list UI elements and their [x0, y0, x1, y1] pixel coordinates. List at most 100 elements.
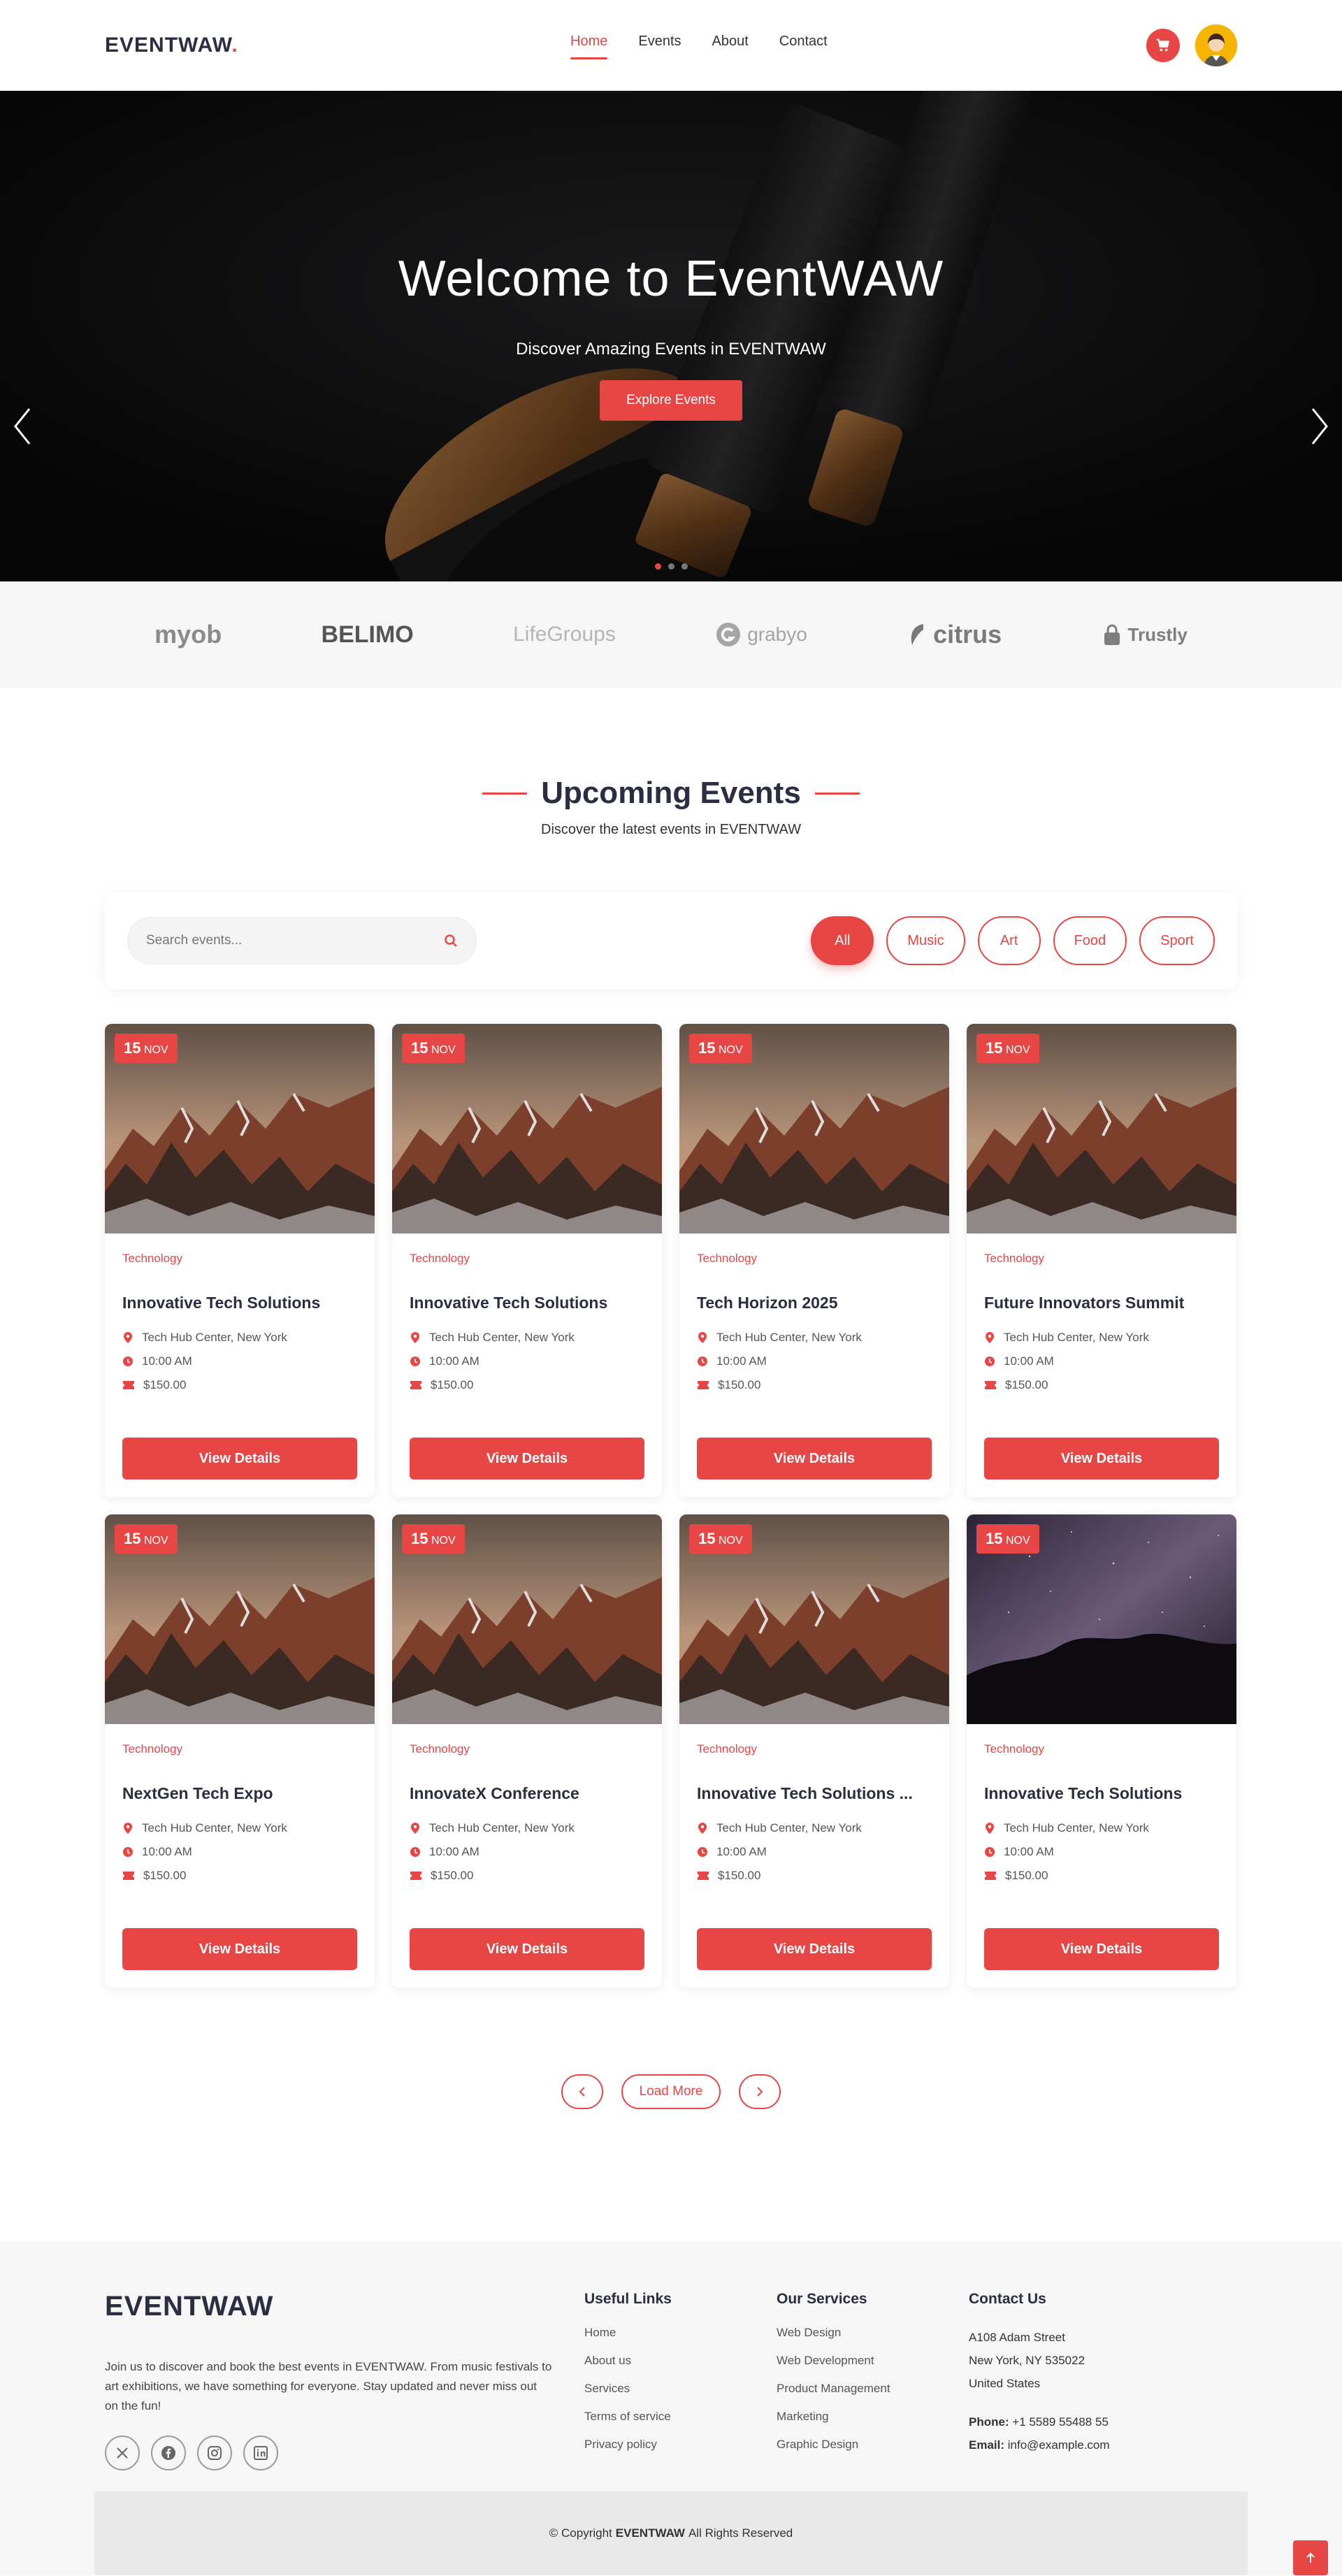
view-details-button[interactable]: View Details — [410, 1928, 644, 1970]
next-page-button[interactable] — [739, 2074, 781, 2109]
footer-link-terms[interactable]: Terms of service — [584, 2410, 777, 2424]
ticket-icon — [410, 1381, 421, 1389]
event-location: Tech Hub Center, New York — [122, 1821, 357, 1835]
social-links — [105, 2436, 584, 2470]
site-logo[interactable]: EVENTWAW. — [105, 34, 238, 57]
client-logo-myob: myob — [154, 620, 222, 649]
service-link-graphic-design[interactable]: Graphic Design — [777, 2438, 969, 2452]
location-pin-icon — [986, 1332, 994, 1343]
event-title[interactable]: NextGen Tech Expo — [122, 1784, 357, 1803]
event-image[interactable]: 15 NOV — [967, 1514, 1236, 1724]
nav-home[interactable]: Home — [570, 34, 608, 59]
view-details-button[interactable]: View Details — [122, 1928, 357, 1970]
event-category[interactable]: Technology — [697, 1252, 932, 1266]
event-card[interactable]: 15 NOV Technology Tech Horizon 2025 Tech… — [679, 1024, 949, 1497]
scroll-to-top-button[interactable] — [1293, 2540, 1328, 2575]
event-time: 10:00 AM — [122, 1354, 357, 1368]
ticket-icon — [123, 1381, 134, 1389]
footer-link-services[interactable]: Services — [584, 2382, 777, 2396]
event-category[interactable]: Technology — [410, 1252, 644, 1266]
view-details-button[interactable]: View Details — [122, 1438, 357, 1479]
event-image[interactable]: 15 NOV — [679, 1024, 949, 1233]
event-price: $150.00 — [410, 1378, 644, 1392]
event-card[interactable]: 15 NOV Technology Innovative Tech Soluti… — [967, 1514, 1236, 1988]
service-link-web-development[interactable]: Web Development — [777, 2354, 969, 2368]
slider-dot-1[interactable] — [654, 563, 661, 570]
service-link-product-management[interactable]: Product Management — [777, 2382, 969, 2396]
event-time: 10:00 AM — [984, 1845, 1219, 1859]
event-title[interactable]: InnovateX Conference — [410, 1784, 644, 1803]
service-link-web-design[interactable]: Web Design — [777, 2326, 969, 2340]
useful-links-title: Useful Links — [584, 2291, 672, 2307]
event-title[interactable]: Innovative Tech Solutions ... — [697, 1784, 932, 1803]
slider-next-icon[interactable] — [1306, 405, 1334, 447]
event-card[interactable]: 15 NOV Technology Future Innovators Summ… — [967, 1024, 1236, 1497]
load-more-button[interactable]: Load More — [621, 2074, 721, 2109]
nav-events[interactable]: Events — [638, 34, 681, 59]
search-icon[interactable] — [444, 934, 458, 948]
view-details-button[interactable]: View Details — [984, 1438, 1219, 1479]
ticket-icon — [698, 1872, 709, 1880]
event-category[interactable]: Technology — [984, 1252, 1219, 1266]
chevron-right-icon — [757, 2087, 763, 2097]
slider-prev-icon[interactable] — [8, 405, 36, 447]
event-image[interactable]: 15 NOV — [392, 1024, 662, 1233]
event-title[interactable]: Innovative Tech Solutions — [410, 1294, 644, 1312]
event-card[interactable]: 15 NOV Technology NextGen Tech Expo Tech… — [105, 1514, 375, 1988]
event-title[interactable]: Future Innovators Summit — [984, 1294, 1219, 1312]
footer-link-home[interactable]: Home — [584, 2326, 777, 2340]
filter-food[interactable]: Food — [1053, 916, 1127, 965]
event-date-badge: 15 NOV — [402, 1524, 465, 1554]
event-title[interactable]: Tech Horizon 2025 — [697, 1294, 932, 1312]
view-details-button[interactable]: View Details — [984, 1928, 1219, 1970]
service-link-marketing[interactable]: Marketing — [777, 2410, 969, 2424]
clock-icon — [410, 1356, 420, 1366]
x-icon[interactable] — [105, 2436, 140, 2470]
filter-all[interactable]: All — [811, 916, 874, 965]
event-image[interactable]: 15 NOV — [392, 1514, 662, 1724]
event-image[interactable]: 15 NOV — [105, 1514, 375, 1724]
event-category[interactable]: Technology — [122, 1252, 357, 1266]
view-details-button[interactable]: View Details — [697, 1928, 932, 1970]
event-price: $150.00 — [984, 1378, 1219, 1392]
linkedin-icon[interactable] — [243, 2436, 278, 2470]
instagram-icon[interactable] — [197, 2436, 232, 2470]
event-image[interactable]: 15 NOV — [679, 1514, 949, 1724]
footer-logo[interactable]: EVENTWAW — [105, 2291, 584, 2322]
event-filter-bar: All Music Art Food Sport — [105, 892, 1237, 989]
view-details-button[interactable]: View Details — [410, 1438, 644, 1479]
search-box — [127, 917, 477, 964]
slider-dot-2[interactable] — [668, 563, 674, 570]
nav-about[interactable]: About — [712, 34, 749, 59]
user-avatar[interactable] — [1195, 24, 1237, 66]
view-details-button[interactable]: View Details — [697, 1438, 932, 1479]
filter-music[interactable]: Music — [886, 916, 965, 965]
event-card[interactable]: 15 NOV Technology Innovative Tech Soluti… — [105, 1024, 375, 1497]
nav-contact[interactable]: Contact — [779, 34, 828, 59]
hero-slider: Welcome to EventWAW Discover Amazing Eve… — [0, 91, 1342, 581]
event-category[interactable]: Technology — [697, 1742, 932, 1756]
prev-page-button[interactable] — [561, 2074, 603, 2109]
slider-dot-3[interactable] — [681, 563, 688, 570]
footer-link-about[interactable]: About us — [584, 2354, 777, 2368]
footer-link-privacy[interactable]: Privacy policy — [584, 2438, 777, 2452]
event-card[interactable]: 15 NOV Technology Innovative Tech Soluti… — [679, 1514, 949, 1988]
title-right-line — [814, 792, 860, 795]
facebook-icon[interactable] — [151, 2436, 186, 2470]
event-title[interactable]: Innovative Tech Solutions — [122, 1294, 357, 1312]
event-image[interactable]: 15 NOV — [105, 1024, 375, 1233]
explore-events-button[interactable]: Explore Events — [600, 380, 742, 421]
event-category[interactable]: Technology — [410, 1742, 644, 1756]
filter-art[interactable]: Art — [977, 916, 1041, 965]
event-title[interactable]: Innovative Tech Solutions — [984, 1784, 1219, 1803]
event-card[interactable]: 15 NOV Technology InnovateX Conference T… — [392, 1514, 662, 1988]
clock-icon — [985, 1847, 995, 1857]
cart-button[interactable] — [1146, 29, 1180, 62]
event-category[interactable]: Technology — [984, 1742, 1219, 1756]
event-image[interactable]: 15 NOV — [967, 1024, 1236, 1233]
event-category[interactable]: Technology — [122, 1742, 357, 1756]
filter-sport[interactable]: Sport — [1139, 916, 1215, 965]
search-input[interactable] — [146, 933, 444, 948]
event-card[interactable]: 15 NOV Technology Innovative Tech Soluti… — [392, 1024, 662, 1497]
main-nav: Home Events About Contact — [570, 34, 828, 59]
